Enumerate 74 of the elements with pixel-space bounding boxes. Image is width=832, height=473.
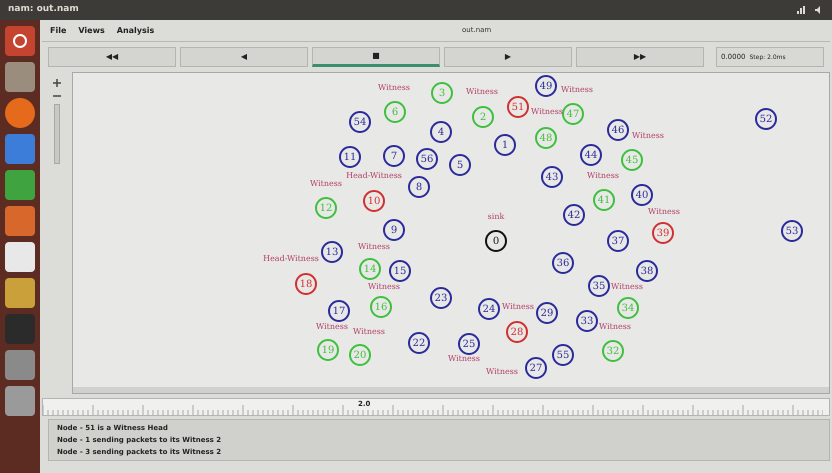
- node-annotation: Witness: [316, 323, 348, 331]
- app-icon[interactable]: [5, 386, 35, 416]
- network-node[interactable]: 28: [506, 321, 528, 343]
- node-annotation: Witness: [353, 328, 385, 336]
- node-annotation: Witness: [531, 108, 563, 116]
- network-node[interactable]: 4: [430, 121, 452, 143]
- network-node[interactable]: 42: [563, 204, 585, 226]
- network-node[interactable]: 23: [430, 287, 452, 309]
- node-annotation: Witness: [599, 323, 631, 331]
- slider-track[interactable]: [54, 104, 60, 164]
- network-node[interactable]: 52: [755, 108, 777, 130]
- network-node[interactable]: 5: [449, 154, 471, 176]
- network-node[interactable]: 9: [383, 219, 405, 241]
- menu-item[interactable]: Views: [78, 24, 105, 36]
- playback-button[interactable]: ◀◀: [48, 47, 176, 67]
- network-node[interactable]: 10: [363, 190, 385, 212]
- network-node[interactable]: 15: [389, 260, 411, 282]
- network-node[interactable]: 1: [494, 134, 516, 156]
- playback-button[interactable]: ■: [312, 47, 440, 67]
- node-annotation: Witness: [611, 283, 643, 291]
- network-node[interactable]: 25: [458, 333, 480, 355]
- node-annotation: Witness: [448, 355, 480, 363]
- zoom-in-icon[interactable]: [52, 78, 62, 88]
- network-node[interactable]: 35: [588, 275, 610, 297]
- node-annotation: Witness: [587, 172, 619, 180]
- network-node[interactable]: 22: [408, 332, 430, 354]
- node-annotation: Witness: [561, 86, 593, 94]
- network-node[interactable]: 11: [339, 146, 361, 168]
- node-annotation: Witness: [648, 208, 680, 216]
- network-node[interactable]: 39: [652, 222, 674, 244]
- node-annotation: Head-Witness: [346, 172, 402, 180]
- node-annotation: Witness: [378, 84, 410, 92]
- network-node[interactable]: 37: [607, 230, 629, 252]
- node-annotation: Witness: [358, 243, 390, 251]
- node-annotation: Witness: [502, 303, 534, 311]
- node-annotation: Witness: [310, 180, 342, 188]
- menu-item[interactable]: File: [50, 24, 66, 36]
- dash-icon[interactable]: [5, 26, 35, 56]
- menu-item[interactable]: Analysis: [116, 24, 154, 36]
- horizontal-scrollbar[interactable]: [73, 387, 829, 393]
- network-node[interactable]: 55: [552, 344, 574, 366]
- network-node[interactable]: 18: [295, 273, 317, 295]
- network-node[interactable]: 36: [552, 252, 574, 274]
- playback-button[interactable]: ◀: [180, 47, 308, 67]
- app-icon[interactable]: [5, 350, 35, 380]
- node-annotation: Witness: [466, 88, 498, 96]
- network-node[interactable]: 17: [328, 300, 350, 322]
- network-node[interactable]: 51: [507, 96, 529, 118]
- network-node[interactable]: 49: [535, 75, 557, 97]
- node-annotation: Witness: [632, 132, 664, 140]
- node-annotation: Witness: [368, 283, 400, 291]
- network-node[interactable]: 43: [541, 166, 563, 188]
- network-node[interactable]: 24: [478, 298, 500, 320]
- network-node[interactable]: 7: [383, 145, 405, 167]
- network-node[interactable]: 56: [416, 148, 438, 170]
- node-annotation: Head-Witness: [263, 255, 319, 263]
- network-node[interactable]: 13: [321, 241, 343, 263]
- network-node[interactable]: 54: [349, 111, 371, 133]
- network-node[interactable]: 46: [607, 119, 629, 141]
- network-node[interactable]: 27: [525, 357, 547, 379]
- network-node[interactable]: 33: [576, 310, 598, 332]
- network-node[interactable]: 44: [580, 144, 602, 166]
- playback-button[interactable]: ▶: [444, 47, 572, 67]
- network-node[interactable]: 0: [485, 230, 507, 252]
- node-annotation: Witness: [486, 368, 518, 376]
- network-node[interactable]: 40: [631, 184, 653, 206]
- network-node[interactable]: 29: [536, 302, 558, 324]
- network-node[interactable]: 8: [408, 176, 430, 198]
- network-node[interactable]: 38: [636, 260, 658, 282]
- network-icon: [796, 5, 806, 15]
- node-annotation: sink: [488, 213, 504, 221]
- window-title: nam: out.nam: [8, 3, 79, 16]
- playback-button[interactable]: ▶▶: [576, 47, 704, 67]
- network-node[interactable]: 53: [781, 220, 803, 242]
